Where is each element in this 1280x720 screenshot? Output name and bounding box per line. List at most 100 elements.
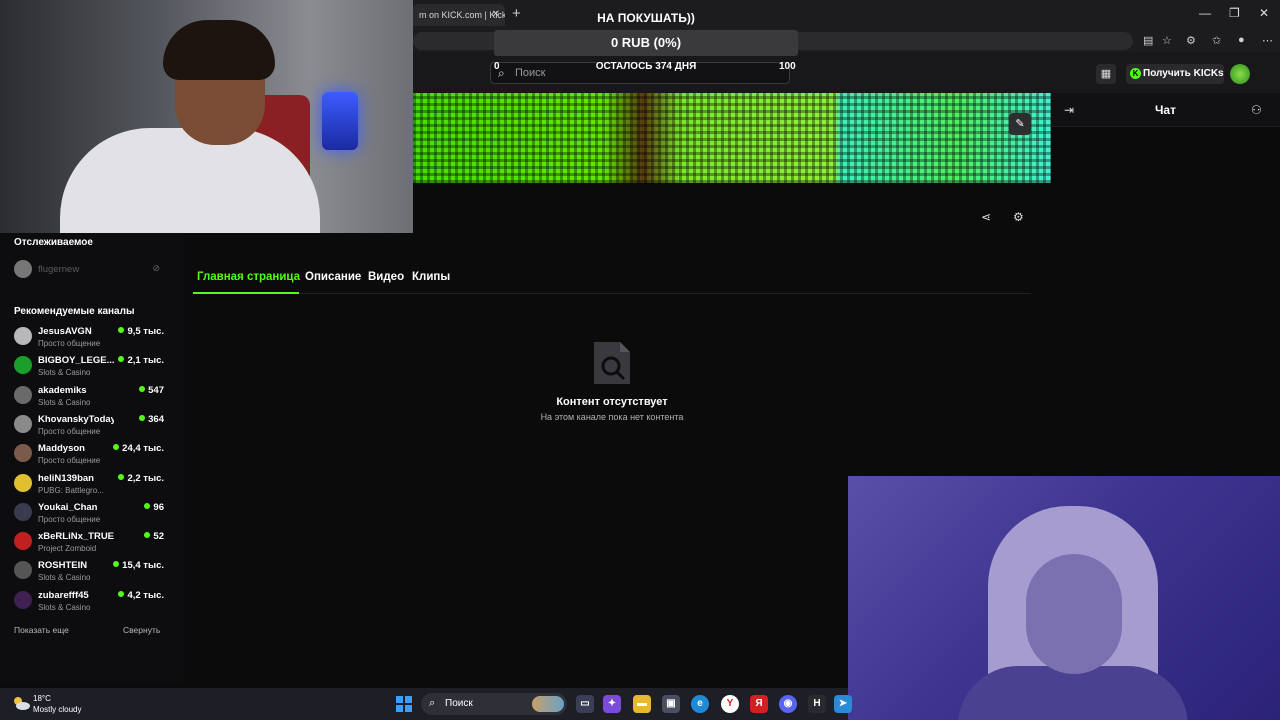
more-menu-icon[interactable]: ⋯ xyxy=(1262,34,1273,47)
avatar xyxy=(14,473,32,492)
favorites-icon[interactable]: ✩ xyxy=(1212,34,1221,47)
layout-toggle-button[interactable]: ▦ xyxy=(1096,64,1116,84)
channel-category: Slots & Casino xyxy=(38,573,91,583)
restore-icon[interactable]: ❐ xyxy=(1229,6,1240,20)
sidebar-channel-item[interactable]: BIGBOY_LEGE... Slots & Casino 2,1 тыс. xyxy=(14,355,164,383)
get-kicks-label: Получить KICKs xyxy=(1143,68,1224,79)
extensions-icon[interactable]: ⚙ xyxy=(1186,34,1196,47)
donation-remaining: ОСТАЛОСЬ 374 ДНЯ xyxy=(595,61,697,72)
sidebar-channel-item[interactable]: Youkai_Chan Просто общение 96 xyxy=(14,502,164,530)
avatar xyxy=(14,502,32,521)
channel-category: Просто общение xyxy=(38,339,101,348)
yandex-browser-icon[interactable]: Y xyxy=(721,695,739,713)
show-more-link[interactable]: Показать еще xyxy=(14,625,69,635)
channel-tabs: Главная страница Описание Видео Клипы xyxy=(193,270,1031,294)
edge-browser-icon[interactable]: e xyxy=(691,695,709,713)
avatar xyxy=(14,327,32,345)
viewer-count: 9,5 тыс. xyxy=(118,326,164,337)
telegram-icon[interactable]: ➤ xyxy=(834,695,852,713)
weather-temperature: 18°C xyxy=(33,694,51,703)
minimize-icon[interactable]: — xyxy=(1199,6,1211,20)
edit-banner-icon[interactable]: ✎ xyxy=(1009,113,1031,135)
donation-min: 0 xyxy=(494,61,500,72)
viewer-count: 96 xyxy=(144,502,164,513)
viewer-count: 4,2 тыс. xyxy=(118,590,164,601)
donation-goal-title: НА ПОКУШАТЬ)) xyxy=(597,11,695,25)
sidebar-channel-item[interactable]: xBeRLiNx_TRUE Project Zomboid 52 xyxy=(14,531,164,559)
chat-users-icon[interactable]: ⚇ xyxy=(1251,103,1262,117)
viewer-count: 24,4 тыс. xyxy=(113,443,164,454)
channel-banner xyxy=(413,93,1051,183)
sidebar-channel-item[interactable]: Maddyson Просто общение 24,4 тыс. xyxy=(14,443,164,471)
file-explorer-icon[interactable]: ▬ xyxy=(633,695,651,713)
sidebar-channel-item[interactable]: JesusAVGN Просто общение 9,5 тыс. xyxy=(14,326,164,354)
weather-cloud-icon[interactable] xyxy=(11,695,31,711)
tab-about[interactable]: Описание xyxy=(305,271,361,283)
avatar xyxy=(14,561,32,580)
channel-name: ROSHTEIN xyxy=(38,560,88,572)
user-avatar[interactable] xyxy=(1230,64,1250,84)
avatar xyxy=(14,414,32,433)
sidebar-channel-item[interactable]: heliN139ban PUBG: Battlegro... 2,2 тыс. xyxy=(14,473,164,501)
recommended-title: Рекомендуемые каналы xyxy=(14,306,135,317)
avatar xyxy=(14,260,32,278)
avatar xyxy=(14,590,32,609)
profile-icon[interactable]: ● xyxy=(1238,34,1245,46)
channel-category: Slots & Casino xyxy=(38,368,91,378)
channel-category: Просто общение xyxy=(38,514,101,524)
search-icon: ⌕ xyxy=(429,697,436,709)
tab-close-icon[interactable]: ✕ xyxy=(492,9,500,20)
get-kicks-button[interactable]: K Получить KICKs xyxy=(1126,64,1224,84)
webcam-overlay-bottom-right xyxy=(848,476,1280,720)
tab-home[interactable]: Главная страница xyxy=(197,271,300,283)
viewer-count: 2,2 тыс. xyxy=(118,473,164,484)
avatar xyxy=(14,444,32,463)
channel-category: Просто общение xyxy=(38,426,101,436)
collapse-link[interactable]: Свернуть xyxy=(123,625,160,635)
channel-name: zubarefff45 xyxy=(38,589,89,601)
tab-videos[interactable]: Видео xyxy=(368,271,404,283)
viewer-count: 15,4 тыс. xyxy=(113,560,164,571)
sidebar-channel-item[interactable]: ROSHTEIN Slots & Casino 15,4 тыс. xyxy=(14,560,164,588)
channel-name: Youkai_Chan xyxy=(38,501,98,513)
taskbar-search[interactable]: ⌕ Поиск xyxy=(421,693,567,715)
sidebar-channel-item[interactable]: KhovanskyToday Просто общение 364 xyxy=(14,414,164,442)
tab-clips[interactable]: Клипы xyxy=(412,271,450,283)
viewer-count: 364 xyxy=(139,414,164,425)
kick-logo-icon: K xyxy=(1130,68,1141,79)
task-view-icon[interactable]: ▭ xyxy=(576,695,594,713)
taskbar-search-label: Поиск xyxy=(445,698,473,709)
webcam-overlay-top-left xyxy=(0,0,413,233)
viewer-count: 2,1 тыс. xyxy=(118,355,164,366)
channel-name: KhovanskyToday xyxy=(38,413,114,425)
browser-tab[interactable]: m on KICK.com | Kick ✕ xyxy=(413,4,505,26)
app-icon[interactable]: H xyxy=(808,695,826,713)
channel-name: xBeRLiNx_TRUE xyxy=(38,531,114,543)
store-icon[interactable]: ▣ xyxy=(662,695,680,713)
close-window-icon[interactable]: ✕ xyxy=(1259,6,1269,20)
channel-name: akademiks xyxy=(38,384,87,396)
reader-icon[interactable]: ▤ xyxy=(1143,34,1153,47)
avatar xyxy=(14,385,32,404)
start-menu-icon[interactable] xyxy=(396,696,412,712)
favorite-star-icon[interactable]: ☆ xyxy=(1162,34,1172,47)
sidebar-channel-item[interactable]: zubarefff45 Slots & Casino 4,2 тыс. xyxy=(14,590,164,618)
sidebar-followed-item[interactable]: flugernew ⊘ xyxy=(14,260,164,280)
yandex-icon[interactable]: Я xyxy=(750,695,768,713)
empty-content-icon xyxy=(594,342,630,384)
weather-description: Mostly cloudy xyxy=(33,705,82,714)
empty-title: Контент отсутствует xyxy=(556,396,668,408)
donation-amount: 0 RUB (0%) xyxy=(494,30,798,56)
sidebar-channel-item[interactable]: akademiks Slots & Casino 547 xyxy=(14,385,164,413)
offline-icon: ⊘ xyxy=(152,263,160,273)
new-tab-icon[interactable]: + xyxy=(512,5,521,22)
active-tab-indicator xyxy=(193,292,299,294)
viewer-count: 547 xyxy=(139,385,164,396)
discord-icon[interactable]: ◉ xyxy=(779,695,797,713)
channel-name: JesusAVGN xyxy=(38,326,92,337)
channel-category: Slots & Casino xyxy=(38,397,91,407)
share-icon[interactable]: ⋖ xyxy=(981,210,991,224)
channel-category: Просто общение xyxy=(38,456,101,466)
copilot-icon[interactable]: ✦ xyxy=(603,695,621,713)
channel-settings-icon[interactable]: ⚙ xyxy=(1013,210,1024,224)
